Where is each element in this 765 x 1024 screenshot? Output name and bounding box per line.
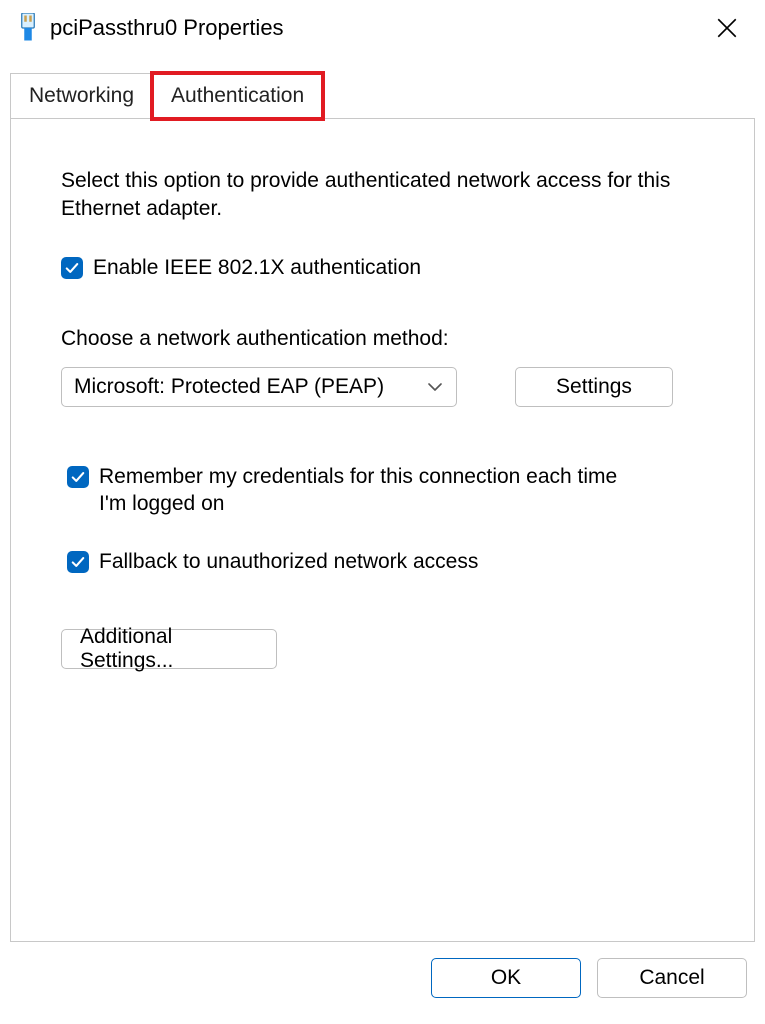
tab-strip: Networking Authentication: [10, 66, 755, 118]
method-row: Microsoft: Protected EAP (PEAP) Settings: [61, 367, 704, 407]
ok-button[interactable]: OK: [431, 958, 581, 998]
page-description: Select this option to provide authentica…: [61, 167, 671, 224]
checkmark-icon: [71, 470, 85, 484]
close-button[interactable]: [705, 6, 749, 50]
button-label: OK: [491, 966, 521, 990]
fallback-checkbox[interactable]: [67, 551, 89, 573]
tab-page-authentication: Select this option to provide authentica…: [10, 118, 755, 942]
button-label: Settings: [556, 375, 632, 399]
tab-label: Networking: [29, 84, 134, 107]
tab-label: Authentication: [171, 84, 304, 107]
choose-method-label: Choose a network authentication method:: [61, 327, 704, 351]
tab-authentication[interactable]: Authentication: [152, 73, 323, 119]
fallback-row: Fallback to unauthorized network access: [61, 548, 621, 575]
enable-8021x-row: Enable IEEE 802.1X authentication: [61, 254, 704, 281]
client-area: Networking Authentication Select this op…: [0, 56, 765, 1024]
fallback-label: Fallback to unauthorized network access: [99, 548, 478, 575]
close-icon: [717, 18, 737, 38]
enable-8021x-label: Enable IEEE 802.1X authentication: [93, 254, 421, 281]
additional-settings-button[interactable]: Additional Settings...: [61, 629, 277, 669]
tab-networking[interactable]: Networking: [10, 73, 152, 119]
button-label: Additional Settings...: [80, 625, 258, 673]
dialog-footer: OK Cancel: [10, 942, 755, 1014]
auth-method-dropdown[interactable]: Microsoft: Protected EAP (PEAP): [61, 367, 457, 407]
adapter-icon: [18, 14, 38, 42]
settings-button[interactable]: Settings: [515, 367, 673, 407]
window-title: pciPassthru0 Properties: [50, 15, 705, 41]
cancel-button[interactable]: Cancel: [597, 958, 747, 998]
remember-credentials-checkbox[interactable]: [67, 466, 89, 488]
auth-method-selected: Microsoft: Protected EAP (PEAP): [74, 375, 426, 399]
checkmark-icon: [71, 555, 85, 569]
remember-credentials-label: Remember my credentials for this connect…: [99, 463, 621, 518]
enable-8021x-checkbox[interactable]: [61, 257, 83, 279]
chevron-down-icon: [426, 378, 444, 396]
titlebar: pciPassthru0 Properties: [0, 0, 765, 56]
remember-credentials-row: Remember my credentials for this connect…: [61, 463, 621, 518]
button-label: Cancel: [639, 966, 704, 990]
checkmark-icon: [65, 261, 79, 275]
